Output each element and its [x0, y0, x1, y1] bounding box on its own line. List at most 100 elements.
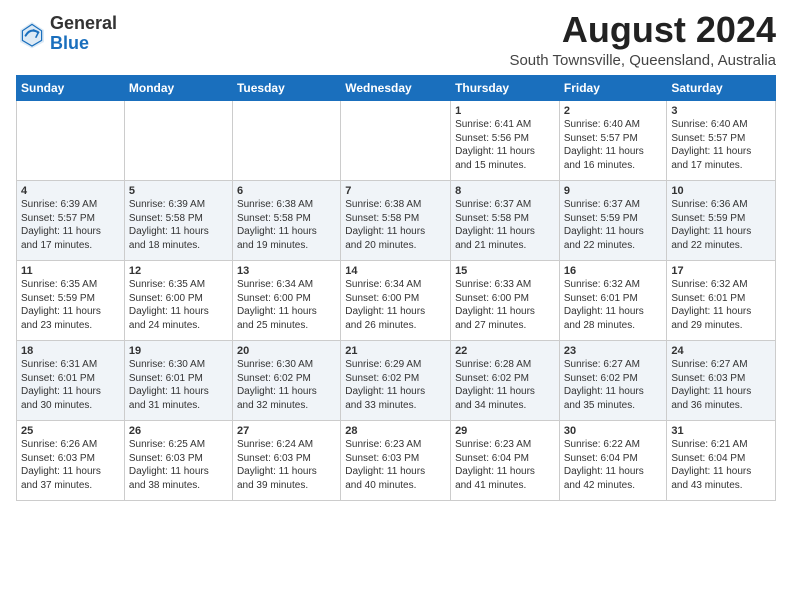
calendar-cell-2-2: 13Sunrise: 6:34 AMSunset: 6:00 PMDayligh… [232, 260, 340, 340]
day-info: Sunrise: 6:25 AMSunset: 6:03 PMDaylight:… [129, 438, 228, 492]
calendar-cell-2-4: 15Sunrise: 6:33 AMSunset: 6:00 PMDayligh… [451, 260, 560, 340]
day-number: 29 [455, 424, 555, 439]
day-info: Sunrise: 6:32 AMSunset: 6:01 PMDaylight:… [564, 278, 663, 332]
calendar-cell-4-5: 30Sunrise: 6:22 AMSunset: 6:04 PMDayligh… [559, 420, 667, 500]
calendar-cell-3-5: 23Sunrise: 6:27 AMSunset: 6:02 PMDayligh… [559, 340, 667, 420]
day-number: 20 [237, 344, 336, 359]
day-number: 16 [564, 264, 663, 279]
calendar-cell-0-1 [124, 100, 232, 180]
calendar-cell-2-0: 11Sunrise: 6:35 AMSunset: 5:59 PMDayligh… [17, 260, 125, 340]
day-number: 22 [455, 344, 555, 359]
header: General Blue August 2024 South Townsvill… [16, 10, 776, 69]
day-info: Sunrise: 6:30 AMSunset: 6:02 PMDaylight:… [237, 358, 336, 412]
day-info: Sunrise: 6:30 AMSunset: 6:01 PMDaylight:… [129, 358, 228, 412]
day-number: 13 [237, 264, 336, 279]
day-info: Sunrise: 6:34 AMSunset: 6:00 PMDaylight:… [237, 278, 336, 332]
day-number: 19 [129, 344, 228, 359]
header-sunday: Sunday [17, 75, 125, 100]
calendar-cell-4-4: 29Sunrise: 6:23 AMSunset: 6:04 PMDayligh… [451, 420, 560, 500]
day-info: Sunrise: 6:29 AMSunset: 6:02 PMDaylight:… [345, 358, 446, 412]
calendar-cell-4-1: 26Sunrise: 6:25 AMSunset: 6:03 PMDayligh… [124, 420, 232, 500]
calendar-cell-4-3: 28Sunrise: 6:23 AMSunset: 6:03 PMDayligh… [341, 420, 451, 500]
day-number: 23 [564, 344, 663, 359]
calendar-cell-1-6: 10Sunrise: 6:36 AMSunset: 5:59 PMDayligh… [667, 180, 776, 260]
day-info: Sunrise: 6:33 AMSunset: 6:00 PMDaylight:… [455, 278, 555, 332]
calendar-cell-1-3: 7Sunrise: 6:38 AMSunset: 5:58 PMDaylight… [341, 180, 451, 260]
logo-general-text: General [50, 14, 117, 34]
day-info: Sunrise: 6:26 AMSunset: 6:03 PMDaylight:… [21, 438, 120, 492]
day-info: Sunrise: 6:39 AMSunset: 5:57 PMDaylight:… [21, 198, 120, 252]
calendar-cell-1-2: 6Sunrise: 6:38 AMSunset: 5:58 PMDaylight… [232, 180, 340, 260]
calendar-cell-4-0: 25Sunrise: 6:26 AMSunset: 6:03 PMDayligh… [17, 420, 125, 500]
calendar-cell-0-6: 3Sunrise: 6:40 AMSunset: 5:57 PMDaylight… [667, 100, 776, 180]
day-number: 27 [237, 424, 336, 439]
day-number: 17 [671, 264, 771, 279]
day-number: 11 [21, 264, 120, 279]
day-info: Sunrise: 6:36 AMSunset: 5:59 PMDaylight:… [671, 198, 771, 252]
header-friday: Friday [559, 75, 667, 100]
day-info: Sunrise: 6:34 AMSunset: 6:00 PMDaylight:… [345, 278, 446, 332]
day-number: 10 [671, 184, 771, 199]
day-number: 31 [671, 424, 771, 439]
day-info: Sunrise: 6:22 AMSunset: 6:04 PMDaylight:… [564, 438, 663, 492]
day-number: 9 [564, 184, 663, 199]
day-number: 7 [345, 184, 446, 199]
day-info: Sunrise: 6:27 AMSunset: 6:03 PMDaylight:… [671, 358, 771, 412]
day-info: Sunrise: 6:27 AMSunset: 6:02 PMDaylight:… [564, 358, 663, 412]
calendar-cell-0-0 [17, 100, 125, 180]
day-number: 1 [455, 104, 555, 119]
header-monday: Monday [124, 75, 232, 100]
day-info: Sunrise: 6:37 AMSunset: 5:58 PMDaylight:… [455, 198, 555, 252]
day-info: Sunrise: 6:35 AMSunset: 6:00 PMDaylight:… [129, 278, 228, 332]
day-number: 15 [455, 264, 555, 279]
calendar-cell-1-5: 9Sunrise: 6:37 AMSunset: 5:59 PMDaylight… [559, 180, 667, 260]
day-info: Sunrise: 6:40 AMSunset: 5:57 PMDaylight:… [671, 118, 771, 172]
calendar-cell-3-2: 20Sunrise: 6:30 AMSunset: 6:02 PMDayligh… [232, 340, 340, 420]
header-thursday: Thursday [451, 75, 560, 100]
calendar-cell-1-1: 5Sunrise: 6:39 AMSunset: 5:58 PMDaylight… [124, 180, 232, 260]
day-number: 26 [129, 424, 228, 439]
logo-icon [16, 18, 48, 50]
day-number: 2 [564, 104, 663, 119]
calendar-cell-2-3: 14Sunrise: 6:34 AMSunset: 6:00 PMDayligh… [341, 260, 451, 340]
calendar-cell-2-5: 16Sunrise: 6:32 AMSunset: 6:01 PMDayligh… [559, 260, 667, 340]
day-info: Sunrise: 6:37 AMSunset: 5:59 PMDaylight:… [564, 198, 663, 252]
title-block: August 2024 South Townsville, Queensland… [509, 10, 776, 69]
calendar-cell-1-0: 4Sunrise: 6:39 AMSunset: 5:57 PMDaylight… [17, 180, 125, 260]
week-row-5: 25Sunrise: 6:26 AMSunset: 6:03 PMDayligh… [17, 420, 776, 500]
logo: General Blue [16, 14, 117, 54]
day-number: 3 [671, 104, 771, 119]
day-number: 25 [21, 424, 120, 439]
day-number: 21 [345, 344, 446, 359]
day-number: 6 [237, 184, 336, 199]
calendar-cell-2-6: 17Sunrise: 6:32 AMSunset: 6:01 PMDayligh… [667, 260, 776, 340]
calendar-cell-2-1: 12Sunrise: 6:35 AMSunset: 6:00 PMDayligh… [124, 260, 232, 340]
day-number: 30 [564, 424, 663, 439]
week-row-3: 11Sunrise: 6:35 AMSunset: 5:59 PMDayligh… [17, 260, 776, 340]
weekday-header-row: Sunday Monday Tuesday Wednesday Thursday… [17, 75, 776, 100]
calendar-subtitle: South Townsville, Queensland, Australia [509, 52, 776, 69]
calendar-cell-3-3: 21Sunrise: 6:29 AMSunset: 6:02 PMDayligh… [341, 340, 451, 420]
logo-blue-text: Blue [50, 34, 117, 54]
calendar-cell-0-4: 1Sunrise: 6:41 AMSunset: 5:56 PMDaylight… [451, 100, 560, 180]
calendar-cell-3-0: 18Sunrise: 6:31 AMSunset: 6:01 PMDayligh… [17, 340, 125, 420]
calendar-cell-4-2: 27Sunrise: 6:24 AMSunset: 6:03 PMDayligh… [232, 420, 340, 500]
week-row-4: 18Sunrise: 6:31 AMSunset: 6:01 PMDayligh… [17, 340, 776, 420]
day-number: 24 [671, 344, 771, 359]
calendar-cell-0-2 [232, 100, 340, 180]
calendar-cell-0-5: 2Sunrise: 6:40 AMSunset: 5:57 PMDaylight… [559, 100, 667, 180]
day-number: 8 [455, 184, 555, 199]
calendar-cell-4-6: 31Sunrise: 6:21 AMSunset: 6:04 PMDayligh… [667, 420, 776, 500]
day-info: Sunrise: 6:23 AMSunset: 6:04 PMDaylight:… [455, 438, 555, 492]
day-info: Sunrise: 6:32 AMSunset: 6:01 PMDaylight:… [671, 278, 771, 332]
header-saturday: Saturday [667, 75, 776, 100]
day-info: Sunrise: 6:38 AMSunset: 5:58 PMDaylight:… [345, 198, 446, 252]
calendar-table: Sunday Monday Tuesday Wednesday Thursday… [16, 75, 776, 501]
day-info: Sunrise: 6:23 AMSunset: 6:03 PMDaylight:… [345, 438, 446, 492]
week-row-1: 1Sunrise: 6:41 AMSunset: 5:56 PMDaylight… [17, 100, 776, 180]
day-info: Sunrise: 6:35 AMSunset: 5:59 PMDaylight:… [21, 278, 120, 332]
calendar-cell-3-6: 24Sunrise: 6:27 AMSunset: 6:03 PMDayligh… [667, 340, 776, 420]
day-number: 18 [21, 344, 120, 359]
day-info: Sunrise: 6:24 AMSunset: 6:03 PMDaylight:… [237, 438, 336, 492]
calendar-cell-0-3 [341, 100, 451, 180]
